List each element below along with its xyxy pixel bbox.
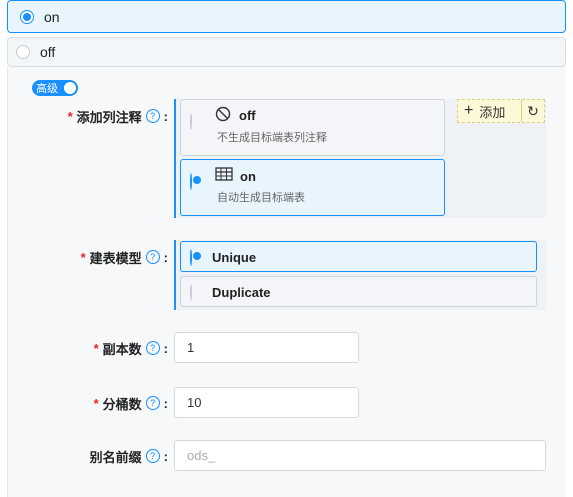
comment-option-on-desc: 自动生成目标端表 [217,192,305,204]
label-colon: : [163,340,168,356]
advanced-toggle-knob [64,82,76,94]
bucket-count-text: 分桶数 [102,396,142,412]
replica-count-input[interactable]: 1 [174,332,359,363]
comment-option-on[interactable]: on 自动生成目标端表 [180,159,445,216]
advanced-toggle[interactable]: 高级 [32,80,78,96]
refresh-icon[interactable]: ↻ [521,100,544,122]
required-mark: * [80,249,86,265]
table-model-unique-label: Unique [212,250,257,265]
required-mark: * [93,340,99,356]
add-button[interactable]: + 添加 [458,100,505,122]
label-colon: : [163,448,168,464]
required-mark: * [67,108,73,124]
option-on-label: on [44,8,60,25]
label-colon: : [163,249,168,265]
option-off-label: off [40,44,56,60]
comment-option-on-radio[interactable] [190,173,192,190]
label-colon: : [163,395,168,411]
comment-option-off-desc: 不生成目标端表列注释 [217,132,327,144]
add-toolbar: + 添加 ↻ [457,99,545,123]
ban-icon [215,106,231,125]
add-button-label: 添加 [479,104,506,120]
comment-option-off-title: off [239,108,256,123]
option-on[interactable]: on [7,0,566,33]
plus-icon: + [464,102,474,119]
help-icon[interactable]: ? [145,109,160,123]
alias-prefix-text: 别名前缀 [89,449,142,465]
table-model-duplicate-radio[interactable] [190,284,192,301]
replica-count-label: * 副本数 ? : [8,339,168,357]
help-icon[interactable]: ? [145,341,160,355]
table-model-unique-radio[interactable] [190,249,192,266]
comment-option-off-radio[interactable] [190,113,192,130]
advanced-toggle-label: 高级 [36,83,58,95]
add-column-comment-label: * 添加列注释 ? : [8,107,168,125]
add-column-comment-text: 添加列注释 [76,109,142,125]
table-model-label: * 建表模型 ? : [8,248,168,266]
option-off[interactable]: off [7,37,566,67]
help-icon[interactable]: ? [145,396,160,410]
table-icon [215,166,233,185]
table-model-text: 建表模型 [89,250,142,266]
help-icon[interactable]: ? [145,449,160,463]
bucket-count-label: * 分桶数 ? : [8,394,168,412]
table-model-option-duplicate[interactable]: Duplicate [180,276,537,307]
label-colon: : [163,108,168,124]
replica-count-text: 副本数 [102,341,142,357]
bucket-count-input[interactable]: 10 [174,387,359,418]
table-model-duplicate-label: Duplicate [212,285,271,300]
table-model-option-unique[interactable]: Unique [180,241,537,272]
comment-option-on-title: on [240,169,256,184]
comment-option-off[interactable]: off 不生成目标端表列注释 [180,99,445,156]
alias-prefix-input[interactable]: ods_ [174,440,546,471]
option-on-radio[interactable] [20,9,34,24]
help-icon[interactable]: ? [145,250,160,264]
option-off-radio[interactable] [16,45,30,59]
alias-prefix-label: 别名前缀 ? : [8,447,168,465]
required-mark: * [93,395,99,411]
